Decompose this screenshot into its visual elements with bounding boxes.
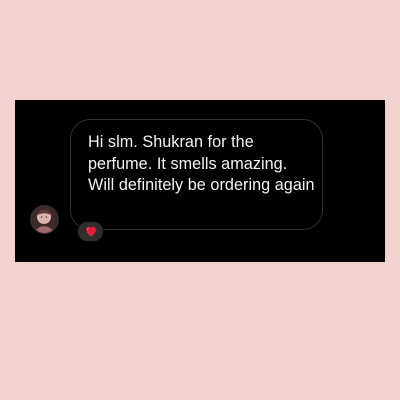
message-bubble[interactable]: Hi slm. Shukran for the perfume. It smel… [70,119,323,230]
heart-icon [86,226,96,237]
avatar-image [31,206,58,233]
profile-avatar[interactable] [30,205,59,234]
message-text: Hi slm. Shukran for the perfume. It smel… [88,133,315,194]
reaction-badge[interactable] [77,221,104,242]
chat-panel: Hi slm. Shukran for the perfume. It smel… [15,100,385,262]
